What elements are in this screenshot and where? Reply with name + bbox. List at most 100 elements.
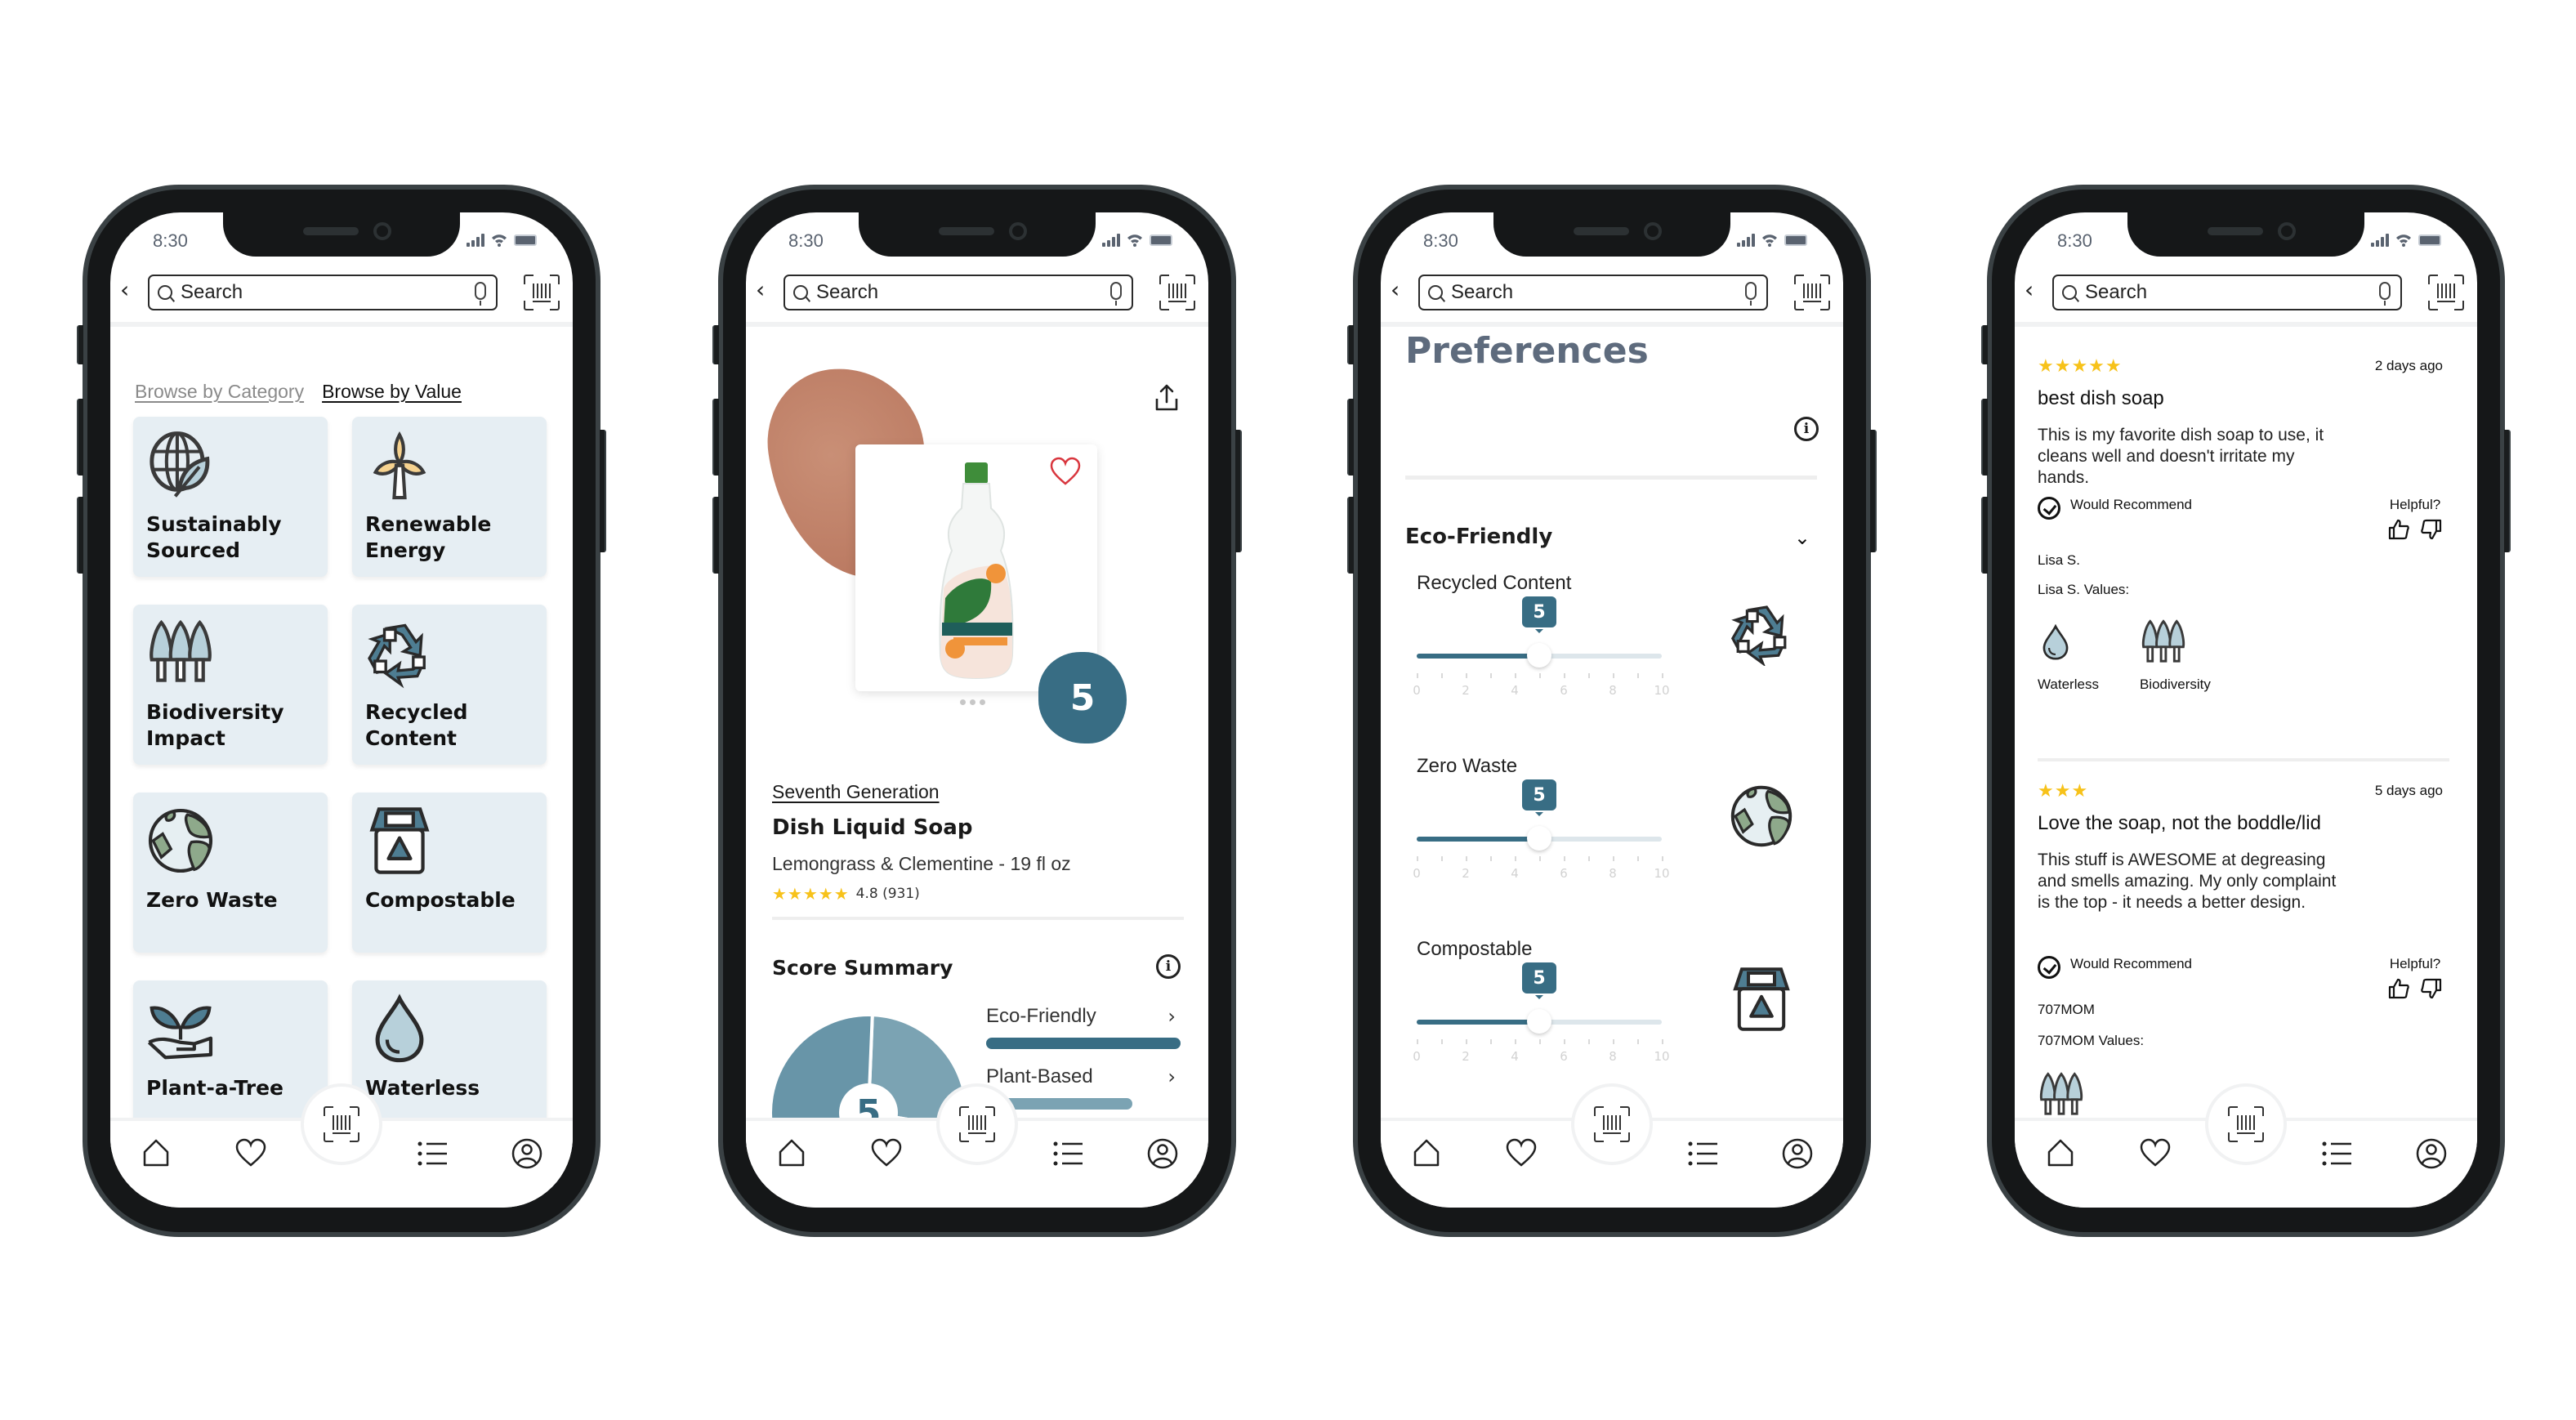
info-icon[interactable]: i	[1794, 417, 1819, 441]
review-date: 2 days ago	[2374, 358, 2443, 373]
slider-tick-label: 2	[1462, 683, 1470, 698]
card-biodiversity-impact[interactable]: Biodiversity Impact	[133, 605, 328, 765]
thumbs-down-icon[interactable]	[2420, 977, 2443, 1000]
check-circle-icon	[2038, 497, 2060, 520]
slider-tick	[1564, 673, 1565, 678]
divider	[772, 917, 1184, 920]
status-time: 8:30	[788, 230, 824, 251]
slider-tick	[1588, 1039, 1590, 1044]
review-title: best dish soap	[2038, 387, 2164, 409]
slider-tick-label: 4	[1511, 866, 1519, 881]
thumbs-down-icon[interactable]	[2420, 518, 2443, 541]
slider-thumb[interactable]	[1527, 643, 1551, 668]
slider-thumb[interactable]	[1527, 1009, 1551, 1034]
slider-thumb[interactable]	[1527, 826, 1551, 851]
user-circle-icon[interactable]	[2415, 1137, 2448, 1170]
barcode-scan-icon[interactable]	[1159, 275, 1195, 310]
heart-icon[interactable]	[870, 1137, 903, 1170]
brand-link[interactable]: Seventh Generation	[772, 781, 940, 803]
slider-tick	[1662, 673, 1663, 678]
slider-tick	[1613, 673, 1614, 678]
thumbs-up-icon[interactable]	[2387, 518, 2410, 541]
card-sustainably-sourced[interactable]: Sustainably Sourced	[133, 417, 328, 577]
divider	[2038, 758, 2449, 761]
chevron-down-icon[interactable]: ⌄	[1794, 526, 1810, 549]
slider-tick	[1637, 1039, 1639, 1044]
product-image-card[interactable]	[855, 444, 1097, 691]
tab-browse-by-value[interactable]: Browse by Value	[322, 381, 462, 403]
reviewer-name[interactable]: Lisa S.	[2038, 552, 2080, 569]
chevron-right-icon[interactable]: ›	[1167, 1065, 1176, 1088]
slider-tick	[1564, 1039, 1565, 1044]
home-icon[interactable]	[140, 1137, 172, 1170]
slider-tick	[1613, 856, 1614, 861]
home-icon[interactable]	[2044, 1137, 2077, 1170]
screen: 8:30 ‹ Search Preferences i Eco-Friendly…	[1381, 212, 1843, 1208]
slider-tick	[1662, 856, 1663, 861]
chevron-left-icon[interactable]: ‹	[756, 276, 765, 303]
microphone-icon[interactable]	[475, 282, 486, 306]
product-rating[interactable]: ★★★★★ 4.8 (931)	[772, 884, 920, 904]
card-plant-a-tree[interactable]: Plant-a-Tree	[133, 980, 328, 1141]
chevron-left-icon[interactable]: ‹	[2025, 276, 2034, 303]
heart-icon[interactable]	[234, 1137, 267, 1170]
slider-track[interactable]: 5	[1417, 596, 1662, 668]
slider-tick	[1613, 1039, 1614, 1044]
barcode-scan-icon[interactable]	[2205, 1083, 2287, 1165]
slider-tick	[1490, 673, 1492, 678]
thumbs-up-icon[interactable]	[2387, 977, 2410, 1000]
list-icon[interactable]	[2320, 1137, 2353, 1170]
barcode-scan-icon[interactable]	[301, 1083, 382, 1165]
signal-icon	[1737, 234, 1755, 247]
search-input[interactable]: Search	[1418, 275, 1768, 310]
info-icon[interactable]: i	[1156, 954, 1181, 979]
divider	[1405, 476, 1817, 480]
slider-track[interactable]: 5	[1417, 962, 1662, 1034]
list-icon[interactable]	[416, 1137, 449, 1170]
reviewer-name[interactable]: 707MOM	[2038, 1002, 2095, 1018]
microphone-icon[interactable]	[2379, 282, 2391, 306]
card-renewable-energy[interactable]: Renewable Energy	[352, 417, 547, 577]
slider-track[interactable]: 5	[1417, 779, 1662, 851]
chevron-left-icon[interactable]: ‹	[120, 276, 129, 303]
barcode-scan-icon[interactable]	[936, 1083, 1018, 1165]
share-icon[interactable]	[1154, 384, 1179, 412]
search-input[interactable]: Search	[2052, 275, 2402, 310]
subscore-eco-friendly[interactable]: Eco-Friendly ›	[986, 1005, 1184, 1065]
list-icon[interactable]	[1051, 1137, 1084, 1170]
search-input[interactable]: Search	[784, 275, 1133, 310]
barcode-scan-icon[interactable]	[2428, 275, 2464, 310]
microphone-icon[interactable]	[1745, 282, 1757, 306]
home-icon[interactable]	[1410, 1137, 1443, 1170]
review-card: ★★★★★ 2 days ago best dish soap This is …	[2038, 356, 2456, 692]
barcode-scan-icon[interactable]	[524, 275, 560, 310]
chevron-left-icon[interactable]: ‹	[1391, 276, 1400, 303]
heart-icon[interactable]	[2139, 1137, 2172, 1170]
favorite-heart-icon[interactable]	[1048, 456, 1083, 489]
user-circle-icon[interactable]	[1146, 1137, 1179, 1170]
microphone-icon[interactable]	[1110, 282, 1122, 306]
card-compostable[interactable]: Compostable	[352, 793, 547, 953]
slider-tick-label: 2	[1462, 866, 1470, 881]
user-circle-icon[interactable]	[511, 1137, 543, 1170]
home-icon[interactable]	[775, 1137, 808, 1170]
battery-icon	[514, 234, 537, 246]
tab-browse-by-category[interactable]: Browse by Category	[135, 381, 304, 403]
wifi-icon	[1761, 234, 1778, 247]
chevron-right-icon[interactable]: ›	[1167, 1005, 1176, 1028]
slider-tick	[1588, 673, 1590, 678]
list-icon[interactable]	[1686, 1137, 1719, 1170]
helpful-vote: Helpful?	[2387, 956, 2443, 1000]
card-recycled-content[interactable]: Recycled Content	[352, 605, 547, 765]
barcode-scan-icon[interactable]	[1794, 275, 1830, 310]
notch	[859, 212, 1096, 257]
card-zero-waste[interactable]: Zero Waste	[133, 793, 328, 953]
heart-icon[interactable]	[1505, 1137, 1538, 1170]
section-title[interactable]: Eco-Friendly	[1405, 525, 1552, 549]
barcode-scan-icon[interactable]	[1571, 1083, 1653, 1165]
search-input[interactable]: Search	[148, 275, 498, 310]
mute-switch	[77, 325, 83, 364]
user-circle-icon[interactable]	[1781, 1137, 1814, 1170]
slider-value-tooltip: 5	[1522, 962, 1556, 999]
image-carousel-dots[interactable]	[960, 699, 985, 705]
